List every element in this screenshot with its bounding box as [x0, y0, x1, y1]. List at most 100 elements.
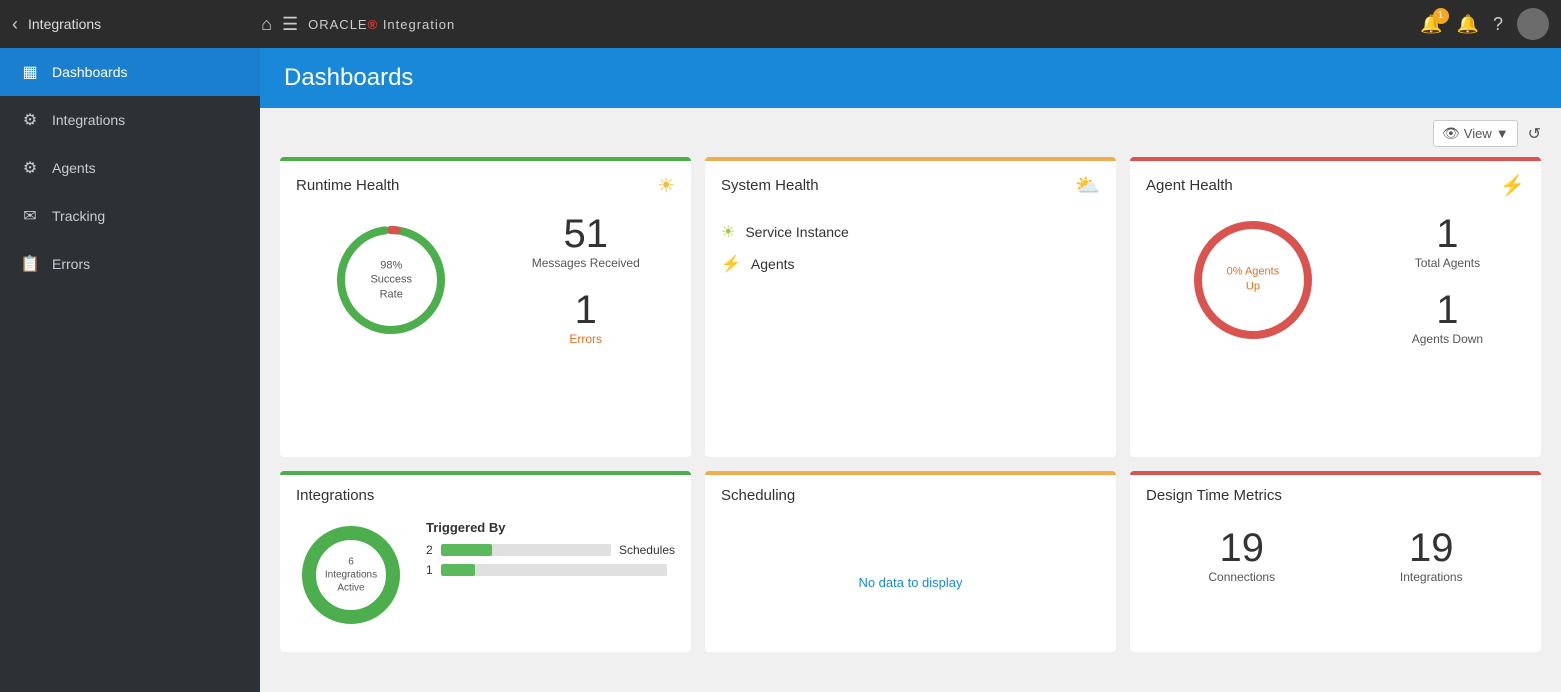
notifications-button[interactable]: 🔔 1	[1420, 14, 1442, 35]
messages-received-value: 51	[532, 214, 640, 254]
triggered-by-section: Triggered By 2 Schedules 1	[426, 520, 675, 583]
integrations-icon: ⚙	[20, 110, 40, 130]
tracking-icon: ✉	[20, 206, 40, 226]
dashboards-icon: ▦	[20, 62, 40, 82]
scheduling-card: Scheduling No data to display	[705, 471, 1116, 652]
agent-gauge-label: 0% Agents Up	[1227, 265, 1280, 296]
hamburger-icon[interactable]: ☰	[282, 14, 298, 35]
sidebar-item-errors[interactable]: 📋 Errors	[0, 240, 260, 288]
sidebar-label-integrations: Integrations	[52, 112, 125, 128]
top-cards-row: Runtime Health ☀	[280, 157, 1541, 457]
errors-stat: 1 Errors	[569, 290, 602, 346]
total-agents-label: Total Agents	[1415, 256, 1480, 270]
agent-health-title: Agent Health	[1146, 177, 1233, 194]
refresh-button[interactable]: ↺	[1528, 124, 1541, 144]
design-time-title: Design Time Metrics	[1146, 487, 1282, 504]
agents-health-label: Agents	[751, 256, 795, 272]
design-time-card: Design Time Metrics 19 Connections 19 In…	[1130, 471, 1541, 652]
agent-health-card: Agent Health ⚡ 0% Agents Up	[1130, 157, 1541, 457]
top-nav: ‹ Integrations ⌂ ☰ ORACLE® Integration 🔔…	[0, 0, 1561, 48]
agent-health-header: Agent Health ⚡	[1130, 161, 1541, 206]
agent-stats: 1 Total Agents 1 Agents Down	[1412, 214, 1483, 346]
integrations-card-header: Integrations	[280, 475, 691, 512]
notification-badge: 1	[1433, 8, 1449, 24]
runtime-gauge-label: 98% Success Rate	[361, 259, 421, 302]
total-agents-stat: 1 Total Agents	[1415, 214, 1480, 270]
eye-icon: 👁	[1442, 125, 1460, 142]
nav-integrations-label[interactable]: Integrations	[28, 16, 101, 32]
bottom-cards-row: Integrations 6 Integrations Active	[280, 471, 1541, 652]
agent-gauge-container: 0% Agents Up	[1188, 215, 1318, 345]
sidebar-label-errors: Errors	[52, 256, 90, 272]
avatar[interactable]	[1517, 8, 1549, 40]
system-health-card: System Health ⛅ ☀ Service Instance ⚡ Age…	[705, 157, 1116, 457]
messages-received-stat: 51 Messages Received	[532, 214, 640, 270]
integrations-donut: 6 Integrations Active	[296, 520, 406, 630]
toolbar: 👁 View ▼ ↺	[280, 120, 1541, 147]
design-time-header: Design Time Metrics	[1130, 475, 1541, 512]
connections-label: Connections	[1208, 570, 1275, 584]
sidebar-item-tracking[interactable]: ✉ Tracking	[0, 192, 260, 240]
runtime-health-body: 98% Success Rate 51 Messages Received 1	[280, 206, 691, 362]
oracle-logo: ORACLE® Integration	[308, 17, 455, 32]
trigger-count-2: 1	[426, 563, 433, 577]
design-integrations-label: Integrations	[1400, 570, 1463, 584]
sidebar-label-tracking: Tracking	[52, 208, 105, 224]
errors-label: Errors	[569, 332, 602, 346]
nav-middle: ☰ ORACLE® Integration	[272, 14, 1420, 35]
trigger-row-2: 1	[426, 563, 675, 577]
design-time-body: 19 Connections 19 Integrations	[1130, 512, 1541, 600]
service-instance-item[interactable]: ☀ Service Instance	[721, 222, 1100, 242]
no-data-label: No data to display	[858, 575, 962, 590]
design-integrations-value: 19	[1400, 528, 1463, 568]
connections-stat: 19 Connections	[1208, 528, 1275, 584]
triggered-by-title: Triggered By	[426, 520, 675, 535]
page-title: Dashboards	[284, 64, 413, 91]
agent-gauge: 0% Agents Up	[1188, 215, 1318, 345]
integrations-donut-label: 6 Integrations Active	[324, 556, 379, 595]
view-button[interactable]: 👁 View ▼	[1433, 120, 1518, 147]
sidebar-item-agents[interactable]: ⚙ Agents	[0, 144, 260, 192]
nav-left: ‹ Integrations ⌂	[12, 14, 272, 35]
scheduling-body: No data to display	[705, 512, 1116, 652]
view-label: View	[1464, 126, 1492, 141]
trigger-bar-2	[441, 564, 667, 576]
system-health-title: System Health	[721, 177, 819, 194]
chevron-down-icon: ▼	[1496, 126, 1509, 141]
agents-icon: ⚙	[20, 158, 40, 178]
home-icon[interactable]: ⌂	[261, 14, 272, 35]
system-health-body: ☀ Service Instance ⚡ Agents	[705, 206, 1116, 302]
sidebar-item-dashboards[interactable]: ▦ Dashboards	[0, 48, 260, 96]
agents-health-item[interactable]: ⚡ Agents	[721, 254, 1100, 274]
agents-down-label: Agents Down	[1412, 332, 1483, 346]
trigger-bar-schedules	[441, 544, 611, 556]
cloud-sun-icon: ⛅	[1075, 173, 1100, 198]
integrations-card-title: Integrations	[296, 487, 374, 504]
lightning-icon: ⚡	[1500, 173, 1525, 198]
trigger-label-schedules: Schedules	[619, 543, 675, 557]
page-header: Dashboards	[260, 48, 1561, 108]
bell-icon[interactable]: 🔔	[1457, 14, 1479, 35]
sidebar: ▦ Dashboards ⚙ Integrations ⚙ Agents ✉ T…	[0, 48, 260, 692]
connections-value: 19	[1208, 528, 1275, 568]
runtime-stats: 51 Messages Received 1 Errors	[532, 214, 640, 346]
main-layout: ▦ Dashboards ⚙ Integrations ⚙ Agents ✉ T…	[0, 48, 1561, 692]
help-icon[interactable]: ?	[1493, 14, 1503, 35]
scheduling-card-title: Scheduling	[721, 487, 795, 504]
agents-health-icon: ⚡	[721, 254, 741, 274]
system-health-header: System Health ⛅	[705, 161, 1116, 206]
scheduling-card-header: Scheduling	[705, 475, 1116, 512]
errors-value: 1	[569, 290, 602, 330]
trigger-bar-fill-2	[441, 564, 475, 576]
trigger-count-schedules: 2	[426, 543, 433, 557]
service-instance-icon: ☀	[721, 222, 735, 242]
sun-icon: ☀	[657, 173, 675, 198]
sidebar-label-dashboards: Dashboards	[52, 64, 128, 80]
errors-icon: 📋	[20, 254, 40, 274]
sidebar-label-agents: Agents	[52, 160, 96, 176]
back-arrow-icon[interactable]: ‹	[12, 14, 18, 35]
sidebar-item-integrations[interactable]: ⚙ Integrations	[0, 96, 260, 144]
runtime-health-header: Runtime Health ☀	[280, 161, 691, 206]
total-agents-value: 1	[1415, 214, 1480, 254]
runtime-gauge: 98% Success Rate	[331, 220, 451, 340]
